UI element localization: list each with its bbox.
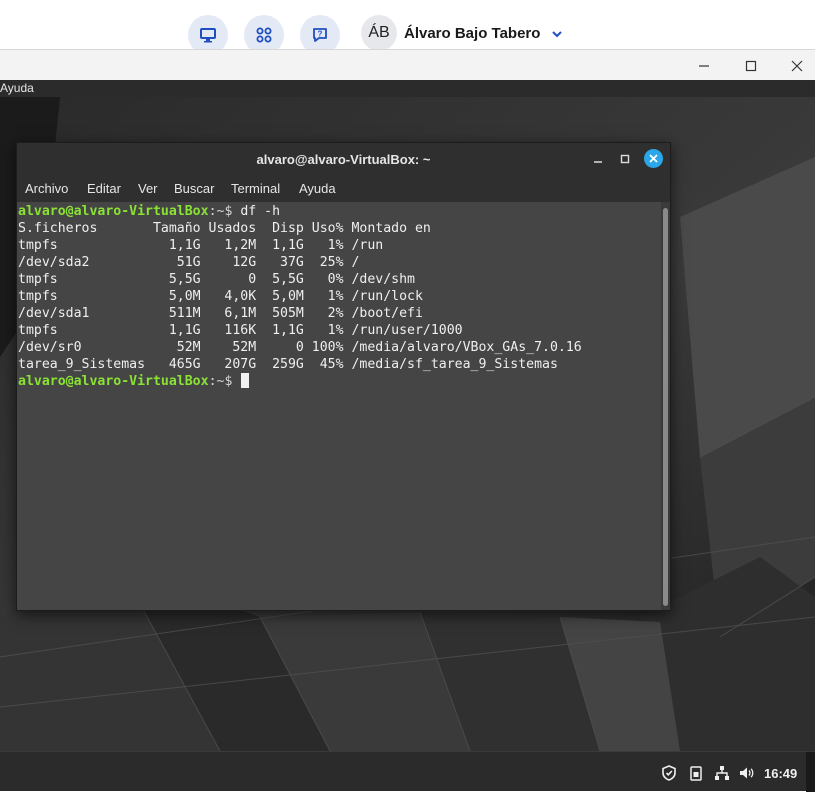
scrollbar-thumb[interactable] [663,208,668,606]
terminal-menubar: Archivo Editar Ver Buscar Terminal Ayuda [17,175,670,202]
menu-ver[interactable]: Ver [138,181,158,196]
taskbar: 16:49 [0,751,815,792]
close-icon [649,154,658,163]
volume-tray-button[interactable] [739,765,755,781]
minimize-button[interactable] [694,56,714,76]
prompt-path: :~$ [208,204,241,219]
command-line: alvaro@alvaro-VirtualBox:~$ df -h [18,203,661,220]
terminal-scrollbar[interactable] [661,202,670,610]
terminal-title: alvaro@alvaro-VirtualBox: ~ [256,152,431,167]
output-line: tarea_9_Sistemas 465G 207G 259G 45% /med… [18,357,558,372]
vm-menubar: Ayuda [0,80,815,97]
terminal-close-button[interactable] [644,149,663,168]
clipboard-tray-button[interactable] [688,765,704,781]
maximize-button[interactable] [741,56,761,76]
network-icon [715,766,729,780]
text-cursor [241,373,250,388]
output-line: /dev/sda1 511M 6,1M 505M 2% /boot/efi [18,306,423,321]
maximize-icon [745,60,757,72]
taskbar-clock[interactable]: 16:49 [764,766,797,781]
terminal-output[interactable]: alvaro@alvaro-VirtualBox:~$ df -h S.fich… [17,202,661,610]
menu-ayuda[interactable]: Ayuda [299,181,336,196]
output-line: /dev/sda2 51G 12G 37G 25% / [18,255,360,270]
network-tray-button[interactable] [714,765,730,781]
shield-tray-button[interactable] [661,765,677,781]
output-line: tmpfs 1,1G 1,2M 1,1G 1% /run [18,238,384,253]
prompt-path: :~$ [208,374,241,389]
menu-terminal[interactable]: Terminal [231,181,280,196]
shield-icon [662,765,676,781]
output-line: tmpfs 1,1G 116K 1,1G 1% /run/user/1000 [18,323,463,338]
host-top-bar: ? ÁB Álvaro Bajo Tabero [0,0,815,55]
prompt-user: alvaro@alvaro-VirtualBox [18,204,209,219]
prompt-user: alvaro@alvaro-VirtualBox [18,374,209,389]
minimize-icon [699,65,709,67]
minimize-icon [594,161,602,163]
command-text: df -h [240,204,281,219]
chevron-down-icon[interactable] [551,29,563,39]
volume-icon [740,767,754,779]
apps-grid-icon [256,27,272,43]
terminal-titlebar[interactable]: alvaro@alvaro-VirtualBox: ~ [17,143,670,175]
desktop-icon [200,28,216,43]
menu-editar[interactable]: Editar [87,181,121,196]
output-line: tmpfs 5,0M 4,0K 5,0M 1% /run/lock [18,289,423,304]
output-line: S.ficheros Tamaño Usados Disp Uso% Monta… [18,221,431,236]
vm-menu-help[interactable]: Ayuda [0,81,34,95]
vm-window-titlebar [0,49,815,80]
terminal-window[interactable]: alvaro@alvaro-VirtualBox: ~ Archivo Edit… [16,142,671,611]
maximize-icon [620,154,630,164]
close-button[interactable] [787,56,807,76]
active-prompt-line[interactable]: alvaro@alvaro-VirtualBox:~$ [18,373,661,390]
user-name[interactable]: Álvaro Bajo Tabero [404,25,540,42]
terminal-maximize-button[interactable] [617,151,633,167]
menu-buscar[interactable]: Buscar [174,181,214,196]
output-line: /dev/sr0 52M 52M 0 100% /media/alvaro/VB… [18,340,582,355]
clipboard-icon [690,766,702,781]
output-line: tmpfs 5,5G 0 5,5G 0% /dev/shm [18,272,415,287]
show-desktop-strip[interactable] [806,752,815,792]
svg-text:?: ? [318,30,323,39]
menu-archivo[interactable]: Archivo [25,181,68,196]
help-chat-icon: ? [313,28,327,42]
close-icon [791,60,803,72]
terminal-minimize-button[interactable] [590,151,606,167]
user-avatar[interactable]: ÁB [361,15,397,51]
